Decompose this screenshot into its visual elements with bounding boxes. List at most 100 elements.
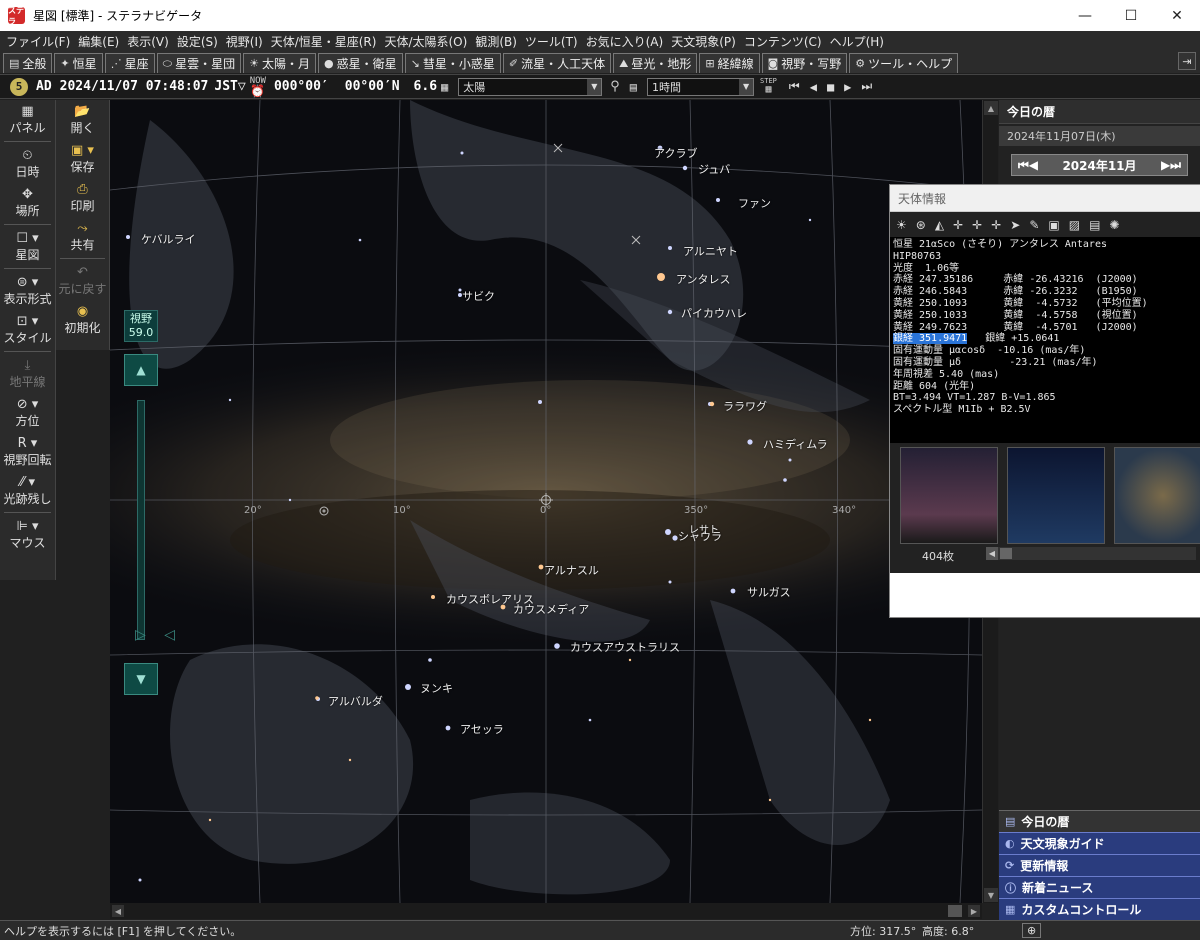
menu-fov[interactable]: 視野(I)	[226, 33, 263, 50]
menu-file[interactable]: ファイル(F)	[6, 33, 70, 50]
crosshair-status-icon[interactable]: ⊕	[1022, 923, 1042, 938]
azimuth-button[interactable]: ⊘ ▾ 方位	[0, 393, 55, 432]
section-news[interactable]: ⓘ 新着ニュース	[999, 876, 1200, 898]
menu-phenomena[interactable]: 天文現象(P)	[671, 33, 736, 50]
scroll-right-icon[interactable]: ▶	[968, 905, 980, 917]
now-button[interactable]: NOW ⏰	[250, 76, 266, 97]
photo-icon[interactable]: ▤	[1089, 218, 1100, 232]
crosshair-add-icon[interactable]: ✛	[972, 218, 982, 232]
tab-comets[interactable]: ↘ 彗星・小惑星	[404, 53, 501, 73]
limit-magnitude[interactable]: 6.6	[414, 79, 437, 94]
star-label[interactable]: カウスメディア	[513, 601, 589, 617]
pen-icon[interactable]: ✎	[1029, 218, 1039, 232]
menu-edit[interactable]: 編集(E)	[78, 33, 119, 50]
maximize-button[interactable]: ☐	[1108, 0, 1154, 31]
horizontal-scrollbar[interactable]: ◀ ▶	[110, 903, 982, 919]
section-phenomena-guide[interactable]: ◐ 天文現象ガイド	[999, 832, 1200, 854]
menu-observe[interactable]: 観測(B)	[475, 33, 517, 50]
tab-general[interactable]: ▤ 全般	[3, 53, 53, 73]
undo-button[interactable]: ↶ 元に戻す	[56, 261, 109, 300]
panel-toggle-icon[interactable]: ⇥	[1178, 52, 1196, 70]
style-button[interactable]: ⊡ ▾ スタイル	[0, 310, 55, 349]
crosshair-remove-icon[interactable]: ✛	[991, 218, 1001, 232]
tab-stars[interactable]: ✦ 恒星	[54, 53, 103, 73]
crosshair-icon[interactable]: ✛	[953, 218, 963, 232]
time-badge[interactable]: 5	[10, 77, 28, 96]
star-label[interactable]: ファン	[738, 195, 771, 211]
step-button[interactable]: STEP ▦	[760, 78, 777, 95]
longitude-display[interactable]: 000°00′	[274, 79, 329, 94]
scroll-up-icon[interactable]: ▲	[984, 101, 998, 115]
star-label[interactable]: アクラブ	[654, 145, 697, 161]
tab-fov[interactable]: ◙ 視野・写野	[761, 53, 848, 73]
star-label[interactable]: パイカウハレ	[681, 305, 747, 321]
menu-favorites[interactable]: お気に入り(A)	[586, 33, 664, 50]
datetime-display[interactable]: 2024/11/07 07:48:07	[60, 79, 209, 94]
minimize-button[interactable]: —	[1062, 0, 1108, 31]
star-chart-view[interactable]: アクラブ ジュバ ファン ケバルライ アルニヤト アンタレス サビク パイカウハ…	[110, 100, 982, 903]
display-mode-button[interactable]: ⊜ ▾ 表示形式	[0, 271, 55, 310]
chart-button[interactable]: ☐ ▾ 星図	[0, 227, 55, 266]
tab-landscape[interactable]: ⛰ 昼光・地形	[613, 53, 698, 73]
star-label[interactable]: カウスアウストラリス	[570, 639, 680, 655]
gallery-scroll-thumb[interactable]	[1000, 548, 1012, 559]
menu-help[interactable]: ヘルプ(H)	[830, 33, 884, 50]
panel-button[interactable]: ▦ パネル	[0, 100, 55, 139]
star-label[interactable]: ララワグ	[723, 398, 767, 414]
stop-icon[interactable]: ■	[827, 80, 834, 94]
zoom-out-button[interactable]: ▼	[124, 663, 158, 695]
menu-view[interactable]: 表示(V)	[127, 33, 169, 50]
photo-thumbnail[interactable]	[1007, 447, 1105, 544]
share-button[interactable]: ⤳ 共有	[56, 217, 109, 256]
timezone-select[interactable]: JST▽	[214, 79, 245, 94]
image-icon[interactable]: ▨	[1069, 218, 1080, 232]
save-button[interactable]: ▣ ▾ 保存	[56, 139, 109, 178]
tab-constellations[interactable]: ⋰ 星座	[104, 53, 155, 73]
star-label[interactable]: アルバルダ	[328, 693, 383, 709]
skip-forward-icon[interactable]: ⏭	[861, 79, 872, 94]
rotate-button[interactable]: R ▾ 視野回転	[0, 432, 55, 471]
star-label[interactable]: ヌンキ	[420, 680, 453, 696]
scroll-left-icon[interactable]: ◀	[986, 547, 998, 560]
section-updates[interactable]: ⟳ 更新情報	[999, 854, 1200, 876]
datetime-button[interactable]: ⏲ 日時	[0, 144, 55, 183]
zoom-in-button[interactable]: ▲	[124, 354, 158, 386]
sun-icon[interactable]: ☀	[896, 218, 907, 232]
star-label[interactable]: サルガス	[747, 584, 791, 600]
star-label[interactable]: アルナスル	[544, 562, 599, 578]
menu-stars[interactable]: 天体/恒星・星座(R)	[271, 33, 377, 50]
target-select[interactable]: 太陽 ▼	[458, 77, 603, 96]
star-label[interactable]: ジュバ	[698, 161, 730, 177]
pointer-icon[interactable]: ➤	[1010, 218, 1020, 232]
scroll-down-icon[interactable]: ▼	[984, 888, 998, 902]
location-button[interactable]: ✥ 場所	[0, 183, 55, 222]
search-icon[interactable]: ⚲	[610, 79, 620, 94]
list-icon[interactable]: ▤	[630, 80, 637, 94]
star-label[interactable]: アルニヤト	[683, 243, 738, 259]
step-select[interactable]: 1時間 ▼	[647, 77, 755, 96]
star-label[interactable]: サビク	[462, 288, 495, 304]
star-target-icon[interactable]: ⊛	[916, 218, 926, 232]
star-label[interactable]: アセッラ	[460, 721, 504, 737]
tab-nebulae[interactable]: ⬭ 星雲・星団	[156, 53, 242, 73]
photo-thumbnail[interactable]	[900, 447, 998, 544]
tab-meteors[interactable]: ✐ 流星・人工天体	[502, 53, 612, 73]
menu-solar-system[interactable]: 天体/太陽系(O)	[384, 33, 467, 50]
settings-icon[interactable]: ✺	[1109, 218, 1119, 232]
zoom-slider-handle[interactable]: ▷ ◁	[135, 627, 175, 643]
play-back-icon[interactable]: ◀	[810, 80, 817, 94]
photo-thumbnail[interactable]	[1114, 447, 1200, 544]
menu-contents[interactable]: コンテンツ(C)	[744, 33, 822, 50]
zoom-slider[interactable]: ▷ ◁	[135, 400, 175, 643]
latitude-display[interactable]: 00°00′N	[345, 79, 400, 94]
tab-tools-help[interactable]: ⚙ ツール・ヘルプ	[849, 53, 959, 73]
menu-tools[interactable]: ツール(T)	[525, 33, 578, 50]
tab-planets[interactable]: ● 惑星・衛星	[317, 53, 403, 73]
scroll-left-icon[interactable]: ◀	[112, 905, 124, 917]
tab-grid[interactable]: ⊞ 経緯線	[699, 53, 760, 73]
window-icon[interactable]: ▣	[1048, 218, 1059, 232]
month-prev-icon[interactable]: ⏮◀	[1018, 158, 1038, 173]
star-label[interactable]: アンタレス	[676, 271, 731, 287]
reset-button[interactable]: ◉ 初期化	[56, 300, 109, 339]
star-label[interactable]: シャウラ	[678, 528, 722, 544]
